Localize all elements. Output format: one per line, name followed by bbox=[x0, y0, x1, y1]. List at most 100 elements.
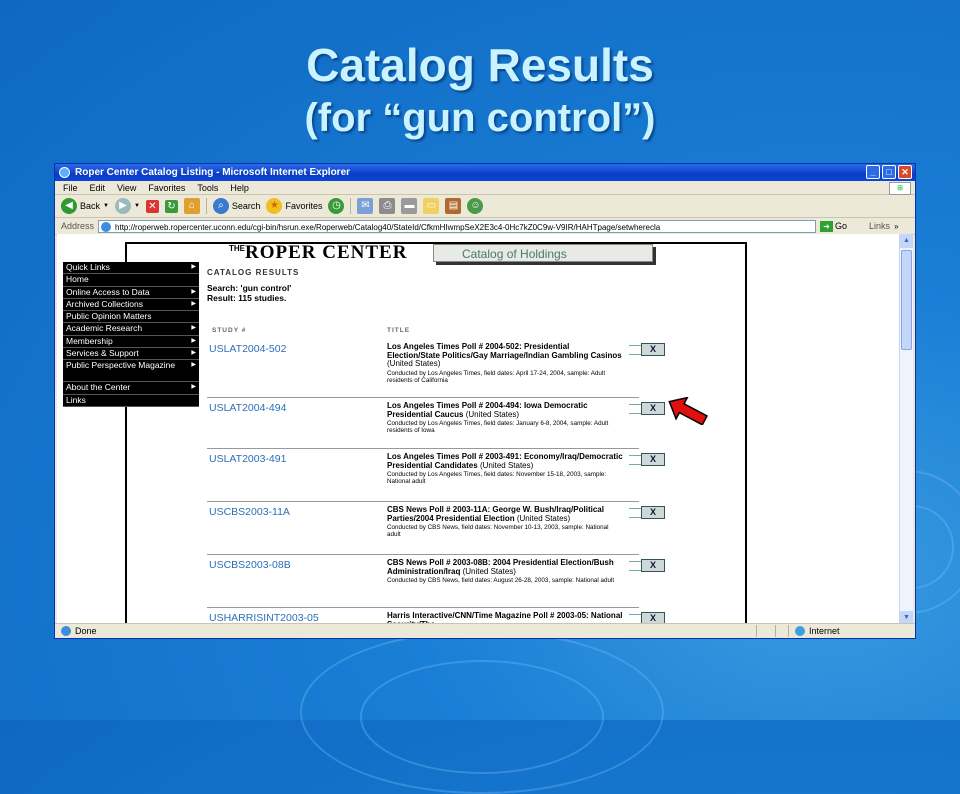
edit-button[interactable]: ▬ bbox=[401, 197, 418, 215]
close-button[interactable]: ✕ bbox=[898, 165, 912, 179]
history-icon: ◷ bbox=[328, 198, 345, 214]
nav-label: Quick Links bbox=[66, 262, 110, 272]
study-country: (United States) bbox=[465, 409, 520, 419]
study-link[interactable]: USLAT2004-494 bbox=[209, 402, 286, 414]
site-logo[interactable]: ROPER CENTER bbox=[245, 242, 407, 264]
download-button[interactable]: X bbox=[629, 343, 665, 356]
download-icon: X bbox=[641, 402, 665, 415]
results-heading: CATALOG RESULTS bbox=[207, 268, 300, 277]
nav-about[interactable]: About the Center ▶ bbox=[63, 382, 199, 395]
download-button[interactable]: X bbox=[629, 402, 665, 415]
arrow-right-icon: ▶ bbox=[191, 288, 196, 295]
study-description: Los Angeles Times Poll # 2004-494: Iowa … bbox=[387, 401, 623, 435]
back-button[interactable]: ◀ Back ▼ bbox=[61, 197, 109, 215]
results-panel: CATALOG RESULTS Search: 'gun control' Re… bbox=[207, 268, 757, 625]
refresh-button[interactable]: ↻ bbox=[164, 197, 178, 215]
search-button[interactable]: ⌕ Search bbox=[212, 197, 260, 215]
discuss-button[interactable]: ▭ bbox=[423, 197, 440, 215]
nav-public-opinion[interactable]: Public Opinion Matters bbox=[63, 311, 199, 324]
scroll-up-icon[interactable]: ▲ bbox=[900, 234, 913, 248]
nav-public-perspective[interactable]: Public Perspective Magazine ▶ bbox=[63, 360, 199, 383]
decorative-swirl bbox=[360, 660, 604, 774]
mail-button[interactable]: ✉ bbox=[357, 197, 374, 215]
address-input[interactable]: http://roperweb.ropercenter.uconn.edu/cg… bbox=[98, 219, 817, 233]
favorites-label: Favorites bbox=[285, 201, 323, 211]
download-button[interactable]: X bbox=[629, 453, 665, 466]
nav-services-support[interactable]: Services & Support ▶ bbox=[63, 348, 199, 361]
window-titlebar[interactable]: Roper Center Catalog Listing - Microsoft… bbox=[55, 164, 915, 181]
study-conducted: Conducted by Los Angeles Times, field da… bbox=[387, 420, 609, 435]
logo-the: THE bbox=[229, 244, 245, 253]
study-description: Los Angeles Times Poll # 2004-502: Presi… bbox=[387, 342, 623, 384]
stop-button[interactable]: ✕ bbox=[145, 197, 159, 215]
column-headers: STUDY # TITLE bbox=[207, 327, 757, 339]
download-button[interactable]: X bbox=[629, 559, 665, 572]
study-description: CBS News Poll # 2003-11A: George W. Bush… bbox=[387, 505, 623, 538]
result-count: Result: 115 studies. bbox=[207, 293, 287, 303]
nav-label: Archived Collections bbox=[66, 298, 144, 309]
print-button[interactable]: ⎙ bbox=[379, 197, 396, 215]
menu-file[interactable]: File bbox=[63, 183, 78, 193]
research-button[interactable]: ▤ bbox=[445, 197, 462, 215]
nav-quick-links[interactable]: Quick Links ▶ bbox=[63, 262, 199, 275]
favorites-button[interactable]: ★ Favorites bbox=[266, 197, 322, 215]
menu-favorites[interactable]: Favorites bbox=[148, 183, 185, 193]
forward-button[interactable]: ▶ ▼ bbox=[114, 197, 140, 215]
nav-academic-research[interactable]: Academic Research ▶ bbox=[63, 323, 199, 336]
messenger-icon: ☺ bbox=[467, 198, 484, 214]
nav-label: Public Perspective Magazine bbox=[66, 360, 176, 371]
messenger-button[interactable]: ☺ bbox=[467, 197, 484, 215]
address-bar: Address http://roperweb.ropercenter.ucon… bbox=[55, 218, 915, 235]
study-conducted: Conducted by Los Angeles Times, field da… bbox=[387, 369, 606, 384]
nav-online-access[interactable]: Online Access to Data ▶ bbox=[63, 287, 199, 299]
study-link[interactable]: USCBS2003-11A bbox=[209, 506, 290, 518]
download-icon: X bbox=[641, 343, 665, 356]
globe-icon bbox=[795, 626, 805, 636]
nav-archived-collections[interactable]: Archived Collections ▶ bbox=[63, 298, 199, 312]
study-link[interactable]: USCBS2003-08B bbox=[209, 559, 291, 571]
table-row: USLAT2004-502 Los Angeles Times Poll # 2… bbox=[207, 339, 665, 398]
mail-icon: ✉ bbox=[357, 198, 374, 214]
nav-membership[interactable]: Membership ▶ bbox=[63, 335, 199, 349]
status-text: Done bbox=[75, 626, 97, 636]
nav-label: Academic Research bbox=[66, 323, 143, 334]
stop-icon: ✕ bbox=[145, 199, 159, 213]
address-url: http://roperweb.ropercenter.uconn.edu/cg… bbox=[115, 222, 661, 232]
nav-label: Membership bbox=[66, 335, 113, 346]
home-button[interactable]: ⌂ bbox=[183, 197, 200, 215]
menu-view[interactable]: View bbox=[117, 183, 136, 193]
status-segment bbox=[775, 625, 788, 637]
zone-text: Internet bbox=[809, 626, 840, 636]
go-button[interactable]: ➜ Go bbox=[820, 220, 847, 232]
menu-bar: File Edit View Favorites Tools Help ⊞ bbox=[55, 181, 915, 195]
download-button[interactable]: X bbox=[629, 506, 665, 519]
nav-links[interactable]: Links bbox=[63, 395, 199, 407]
study-link[interactable]: USLAT2004-502 bbox=[209, 343, 286, 355]
dropdown-icon: ▼ bbox=[133, 203, 140, 209]
scroll-thumb[interactable] bbox=[901, 250, 912, 350]
history-button[interactable]: ◷ bbox=[328, 197, 345, 215]
edit-icon: ▬ bbox=[401, 198, 418, 214]
maximize-button[interactable]: □ bbox=[882, 165, 896, 179]
star-icon: ★ bbox=[266, 198, 283, 214]
study-conducted: Conducted by Los Angeles Times, field da… bbox=[387, 471, 607, 486]
arrow-right-icon: ▶ bbox=[191, 362, 196, 369]
red-arrow-icon bbox=[668, 397, 709, 425]
arrow-right-icon: ▶ bbox=[191, 337, 196, 344]
folder-icon: ▭ bbox=[423, 198, 440, 214]
column-study: STUDY # bbox=[212, 327, 247, 334]
menu-help[interactable]: Help bbox=[230, 183, 249, 193]
minimize-button[interactable]: _ bbox=[866, 165, 880, 179]
study-link[interactable]: USLAT2003-491 bbox=[209, 453, 286, 465]
links-button[interactable]: Links bbox=[869, 221, 890, 231]
menu-edit[interactable]: Edit bbox=[90, 183, 106, 193]
nav-home[interactable]: Home bbox=[63, 274, 199, 287]
print-icon: ⎙ bbox=[379, 198, 396, 214]
nav-label: Online Access to Data bbox=[66, 286, 150, 297]
table-row: USCBS2003-11A CBS News Poll # 2003-11A: … bbox=[207, 502, 665, 555]
download-icon: X bbox=[641, 506, 665, 519]
vertical-scrollbar[interactable]: ▲ ▼ bbox=[899, 234, 913, 625]
study-country: (United States) bbox=[479, 460, 534, 470]
nav-label: Home bbox=[66, 274, 89, 285]
menu-tools[interactable]: Tools bbox=[197, 183, 218, 193]
